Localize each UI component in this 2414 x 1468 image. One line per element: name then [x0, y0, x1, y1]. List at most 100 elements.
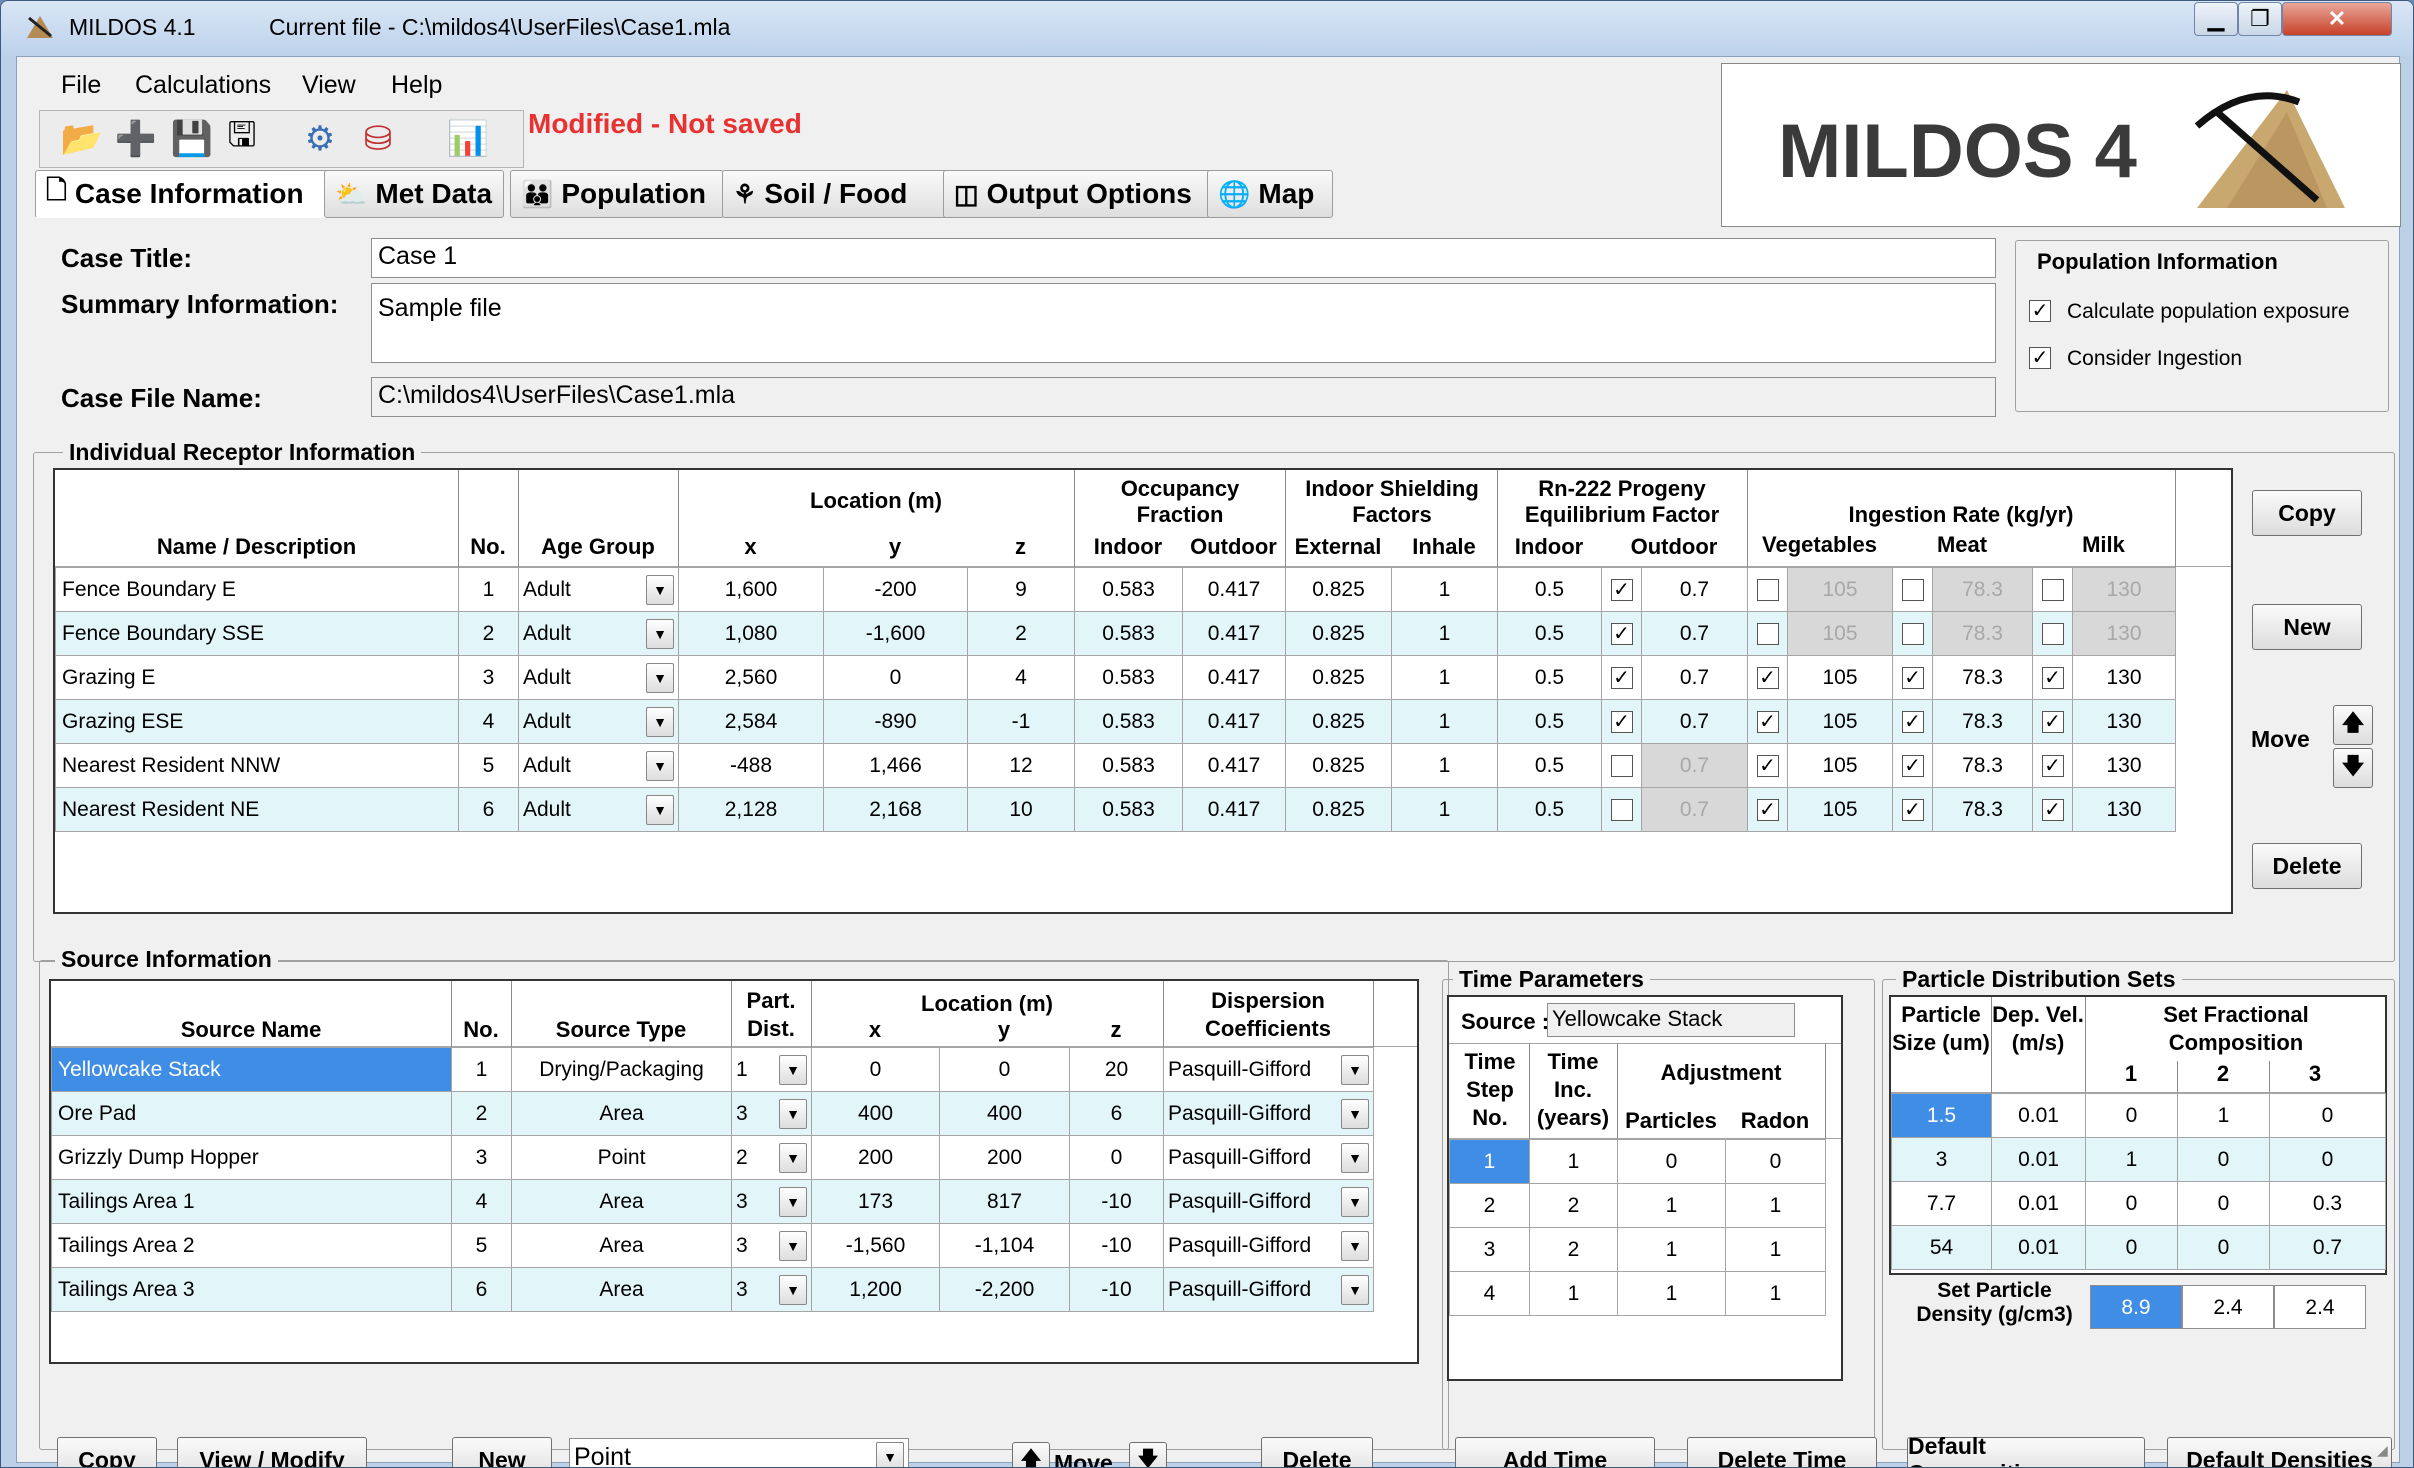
source-type-cell[interactable]: Drying/Packaging — [511, 1047, 732, 1092]
milk-value-cell[interactable]: 130 — [2072, 743, 2176, 788]
receptor-z-cell[interactable]: 12 — [967, 743, 1075, 788]
receptor-name-cell[interactable]: Fence Boundary E — [55, 567, 459, 612]
rn-outdoor-value-cell[interactable]: 0.7 — [1641, 699, 1748, 744]
source-move-down-button[interactable]: 🡇 — [1129, 1442, 1167, 1467]
time-cell[interactable]: 2 — [1529, 1227, 1618, 1272]
table-row[interactable]: Nearest Resident NNW 5 Adult ▼ -488 1,466 12 0.… — [55, 743, 2176, 788]
database-icon[interactable]: ⛁ — [353, 114, 403, 164]
age-group-dropdown[interactable]: Adult ▼ — [523, 574, 674, 605]
source-z-cell[interactable]: 0 — [1069, 1135, 1164, 1180]
receptor-y-cell[interactable]: -1,600 — [823, 611, 968, 656]
chevron-down-icon[interactable]: ▼ — [1341, 1098, 1369, 1129]
summary-input[interactable]: Sample file — [371, 283, 1996, 363]
rn-outdoor-value-cell[interactable]: 0.7 — [1641, 611, 1748, 656]
rn-outdoor-value-cell[interactable]: 0.7 — [1641, 567, 1748, 612]
source-no-cell[interactable]: 5 — [451, 1223, 512, 1268]
receptor-no-cell[interactable]: 6 — [458, 787, 519, 832]
receptor-x-cell[interactable]: 2,584 — [678, 699, 824, 744]
particle-cell[interactable]: 0 — [2269, 1093, 2386, 1138]
source-no-cell[interactable]: 4 — [451, 1179, 512, 1224]
source-type-cell[interactable]: Area — [511, 1179, 732, 1224]
milk-checkbox[interactable]: ✓ — [2041, 666, 2064, 689]
open-folder-icon[interactable]: 📂 — [57, 114, 107, 164]
source-y-cell[interactable]: 817 — [939, 1179, 1070, 1224]
receptor-no-cell[interactable]: 1 — [458, 567, 519, 612]
rn-indoor-cell[interactable]: 0.5 — [1497, 743, 1602, 788]
particle-cell[interactable]: 0 — [2177, 1137, 2270, 1182]
time-cell[interactable]: 1 — [1529, 1271, 1618, 1316]
chevron-down-icon[interactable]: ▼ — [779, 1142, 807, 1173]
shielding-external-cell[interactable]: 0.825 — [1285, 743, 1392, 788]
time-cell[interactable]: 1 — [1725, 1227, 1826, 1272]
rn-outdoor-value-cell[interactable]: 0.7 — [1641, 743, 1748, 788]
table-row[interactable]: Grazing ESE 4 Adult ▼ 2,584 -890 -1 0.583 0.417 0… — [55, 699, 2176, 744]
add-time-button[interactable]: Add Time — [1455, 1437, 1655, 1467]
particle-cell[interactable]: 0 — [2269, 1137, 2386, 1182]
rn-indoor-cell[interactable]: 0.5 — [1497, 655, 1602, 700]
meat-checkbox[interactable]: ✓ — [1901, 754, 1924, 777]
source-type-cell[interactable]: Area — [511, 1267, 732, 1312]
particle-cell[interactable]: 0 — [2177, 1225, 2270, 1270]
source-x-cell[interactable]: 173 — [811, 1179, 940, 1224]
vegetables-checkbox[interactable] — [1756, 622, 1779, 645]
close-button[interactable]: ✕ — [2282, 2, 2392, 36]
source-x-cell[interactable]: -1,560 — [811, 1223, 940, 1268]
chevron-down-icon[interactable]: ▼ — [646, 794, 674, 825]
time-cell[interactable]: 2 — [1449, 1183, 1530, 1228]
time-cell[interactable]: 3 — [1449, 1227, 1530, 1272]
occupancy-outdoor-cell[interactable]: 0.417 — [1182, 743, 1286, 788]
shielding-inhale-cell[interactable]: 1 — [1391, 655, 1498, 700]
table-row[interactable]: 7.7 0.01 0 0 0.3 — [1891, 1181, 2386, 1226]
time-cell[interactable]: 1 — [1617, 1271, 1726, 1316]
source-no-cell[interactable]: 3 — [451, 1135, 512, 1180]
tab-population[interactable]: 👪 Population — [510, 170, 724, 218]
table-row[interactable]: Ore Pad 2 Area 3 ▼ 400 400 6 Pasquill-Gifford ▼ — [51, 1091, 1374, 1136]
time-cell[interactable]: 0 — [1617, 1139, 1726, 1184]
rn-outdoor-checkbox[interactable] — [1610, 754, 1633, 777]
receptor-z-cell[interactable]: 10 — [967, 787, 1075, 832]
rn-outdoor-value-cell[interactable]: 0.7 — [1641, 787, 1748, 832]
chevron-down-icon[interactable]: ▼ — [779, 1274, 807, 1305]
menu-calculations[interactable]: Calculations — [135, 71, 271, 100]
source-type-cell[interactable]: Point — [511, 1135, 732, 1180]
table-row[interactable]: 1100 — [1449, 1139, 1826, 1184]
receptor-y-cell[interactable]: -200 — [823, 567, 968, 612]
dispersion-dropdown[interactable]: Pasquill-Gifford ▼ — [1168, 1054, 1369, 1085]
source-z-cell[interactable]: -10 — [1069, 1267, 1164, 1312]
shielding-external-cell[interactable]: 0.825 — [1285, 567, 1392, 612]
source-y-cell[interactable]: 200 — [939, 1135, 1070, 1180]
menu-view[interactable]: View — [302, 71, 356, 100]
part-dist-dropdown[interactable]: 1 ▼ — [736, 1054, 807, 1085]
milk-checkbox[interactable] — [2041, 578, 2064, 601]
occupancy-indoor-cell[interactable]: 0.583 — [1074, 787, 1183, 832]
receptor-no-cell[interactable]: 3 — [458, 655, 519, 700]
receptor-y-cell[interactable]: 2,168 — [823, 787, 968, 832]
source-no-cell[interactable]: 1 — [451, 1047, 512, 1092]
chevron-down-icon[interactable]: ▼ — [646, 706, 674, 737]
receptor-x-cell[interactable]: 2,128 — [678, 787, 824, 832]
occupancy-outdoor-cell[interactable]: 0.417 — [1182, 699, 1286, 744]
tab-output-options[interactable]: ◫ Output Options — [943, 170, 1211, 218]
occupancy-outdoor-cell[interactable]: 0.417 — [1182, 787, 1286, 832]
source-new-button[interactable]: New — [452, 1437, 552, 1467]
source-x-cell[interactable]: 200 — [811, 1135, 940, 1180]
particle-cell[interactable]: 0.01 — [1991, 1225, 2086, 1270]
age-group-dropdown[interactable]: Adult ▼ — [523, 706, 674, 737]
part-dist-dropdown[interactable]: 2 ▼ — [736, 1142, 807, 1173]
receptor-y-cell[interactable]: 1,466 — [823, 743, 968, 788]
source-type-cell[interactable]: Area — [511, 1091, 732, 1136]
time-cell[interactable]: 1 — [1725, 1183, 1826, 1228]
consider-ingestion-checkbox[interactable]: ✓ — [2029, 347, 2051, 369]
particle-cell[interactable]: 7.7 — [1891, 1181, 1992, 1226]
menu-help[interactable]: Help — [391, 71, 442, 100]
meat-checkbox[interactable] — [1901, 622, 1924, 645]
receptor-move-down-button[interactable]: 🡇 — [2333, 748, 2373, 788]
chevron-down-icon[interactable]: ▼ — [1341, 1142, 1369, 1173]
chevron-down-icon[interactable]: ▼ — [646, 574, 674, 605]
vegetables-checkbox[interactable]: ✓ — [1756, 798, 1779, 821]
chevron-down-icon[interactable]: ▼ — [1341, 1186, 1369, 1217]
rn-outdoor-value-cell[interactable]: 0.7 — [1641, 655, 1748, 700]
chevron-down-icon[interactable]: ▼ — [1341, 1274, 1369, 1305]
receptor-y-cell[interactable]: 0 — [823, 655, 968, 700]
table-row[interactable]: 2211 — [1449, 1183, 1826, 1228]
